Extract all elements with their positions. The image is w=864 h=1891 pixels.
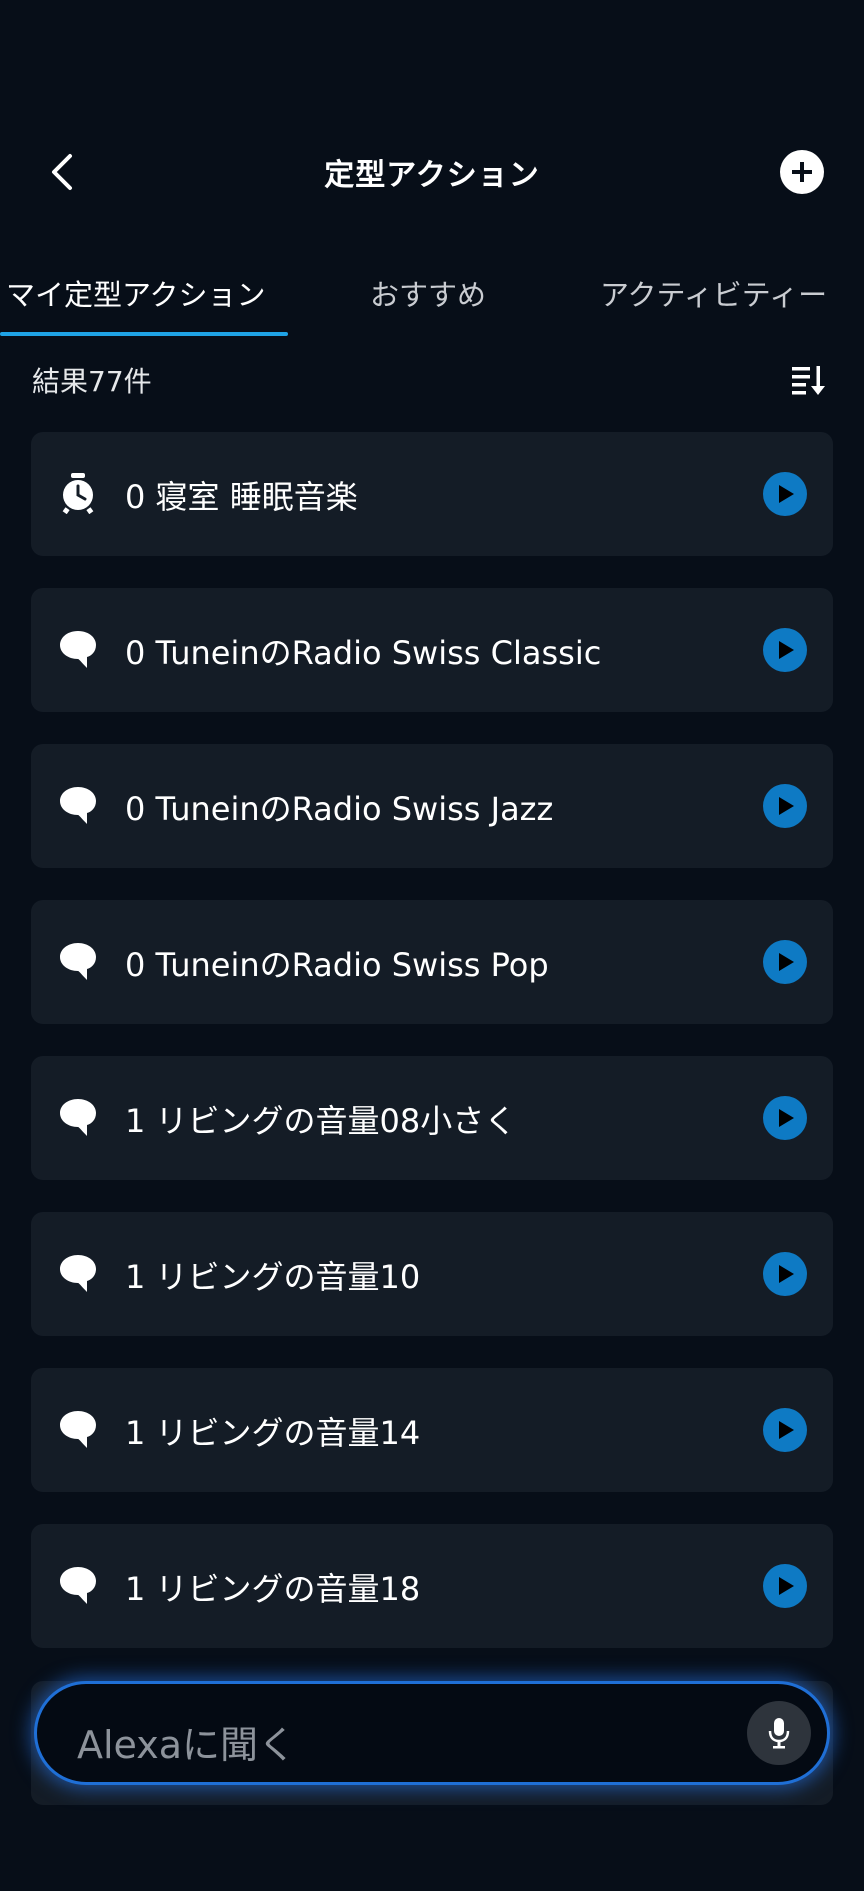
routine-label: 1 リビングの音量08小さく: [125, 1102, 517, 1140]
play-button[interactable]: [763, 1096, 807, 1140]
routine-row[interactable]: 1 リビングの音量08小さく: [31, 1056, 833, 1180]
play-button[interactable]: [763, 1564, 807, 1608]
results-count: 結果77件: [32, 365, 152, 398]
play-icon: [779, 1577, 794, 1595]
routine-label: 0 TuneinのRadio Swiss Classic: [125, 634, 602, 672]
sort-button[interactable]: [788, 360, 828, 400]
ask-alexa-placeholder: Alexaに聞く: [77, 1723, 297, 1767]
play-icon: [779, 485, 794, 503]
plus-circle-icon: [792, 162, 812, 182]
routines-screen: 定型アクション マイ定型アクション おすすめ アクティビティー 結果77件 0 …: [0, 0, 864, 1891]
play-icon: [779, 797, 794, 815]
add-routine-button[interactable]: [780, 150, 824, 194]
speech-bubble-icon: [60, 1567, 96, 1604]
play-icon: [779, 1421, 794, 1439]
routine-row[interactable]: 0 TuneinのRadio Swiss Pop: [31, 900, 833, 1024]
tab-featured[interactable]: おすすめ: [370, 272, 486, 314]
ask-alexa-input[interactable]: Alexaに聞く: [34, 1681, 830, 1785]
routine-label: 1 リビングの音量14: [125, 1414, 421, 1452]
active-tab-indicator: [0, 332, 288, 336]
play-button[interactable]: [763, 472, 807, 516]
alarm-clock-icon: [62, 473, 94, 514]
routine-row[interactable]: 0 寝室 睡眠音楽: [31, 432, 833, 556]
play-button[interactable]: [763, 1408, 807, 1452]
header: 定型アクション: [0, 130, 864, 214]
routine-row[interactable]: 0 TuneinのRadio Swiss Jazz: [31, 744, 833, 868]
tab-bar: マイ定型アクション おすすめ アクティビティー: [0, 262, 864, 338]
routine-label: 0 TuneinのRadio Swiss Jazz: [125, 790, 554, 828]
play-icon: [779, 641, 794, 659]
routine-label: 1 リビングの音量10: [125, 1258, 421, 1296]
routine-row[interactable]: 1 リビングの音量18: [31, 1524, 833, 1648]
play-icon: [779, 1265, 794, 1283]
play-button[interactable]: [763, 940, 807, 984]
routine-row[interactable]: 1 リビングの音量14: [31, 1368, 833, 1492]
routine-row[interactable]: 1 リビングの音量10: [31, 1212, 833, 1336]
speech-bubble-icon: [60, 1255, 96, 1292]
routine-row[interactable]: 0 TuneinのRadio Swiss Classic: [31, 588, 833, 712]
routine-list: 0 寝室 睡眠音楽 0 TuneinのRadio Swiss Classic 0…: [31, 432, 833, 1680]
play-icon: [779, 1109, 794, 1127]
routine-label: 0 寝室 睡眠音楽: [125, 478, 358, 516]
play-button[interactable]: [763, 628, 807, 672]
sort-icon: [792, 366, 825, 395]
microphone-icon: [768, 1718, 790, 1749]
routine-label: 0 TuneinのRadio Swiss Pop: [125, 946, 549, 984]
speech-bubble-icon: [60, 1099, 96, 1136]
speech-bubble-icon: [60, 943, 96, 980]
tab-activity[interactable]: アクティビティー: [600, 272, 827, 314]
play-button[interactable]: [763, 1252, 807, 1296]
page-title: 定型アクション: [324, 158, 540, 193]
tab-my-routines[interactable]: マイ定型アクション: [6, 272, 266, 314]
routine-label: 1 リビングの音量18: [125, 1570, 421, 1608]
play-icon: [779, 953, 794, 971]
speech-bubble-icon: [60, 631, 96, 668]
speech-bubble-icon: [60, 1411, 96, 1448]
play-button[interactable]: [763, 784, 807, 828]
microphone-button[interactable]: [747, 1701, 811, 1765]
speech-bubble-icon: [60, 787, 96, 824]
